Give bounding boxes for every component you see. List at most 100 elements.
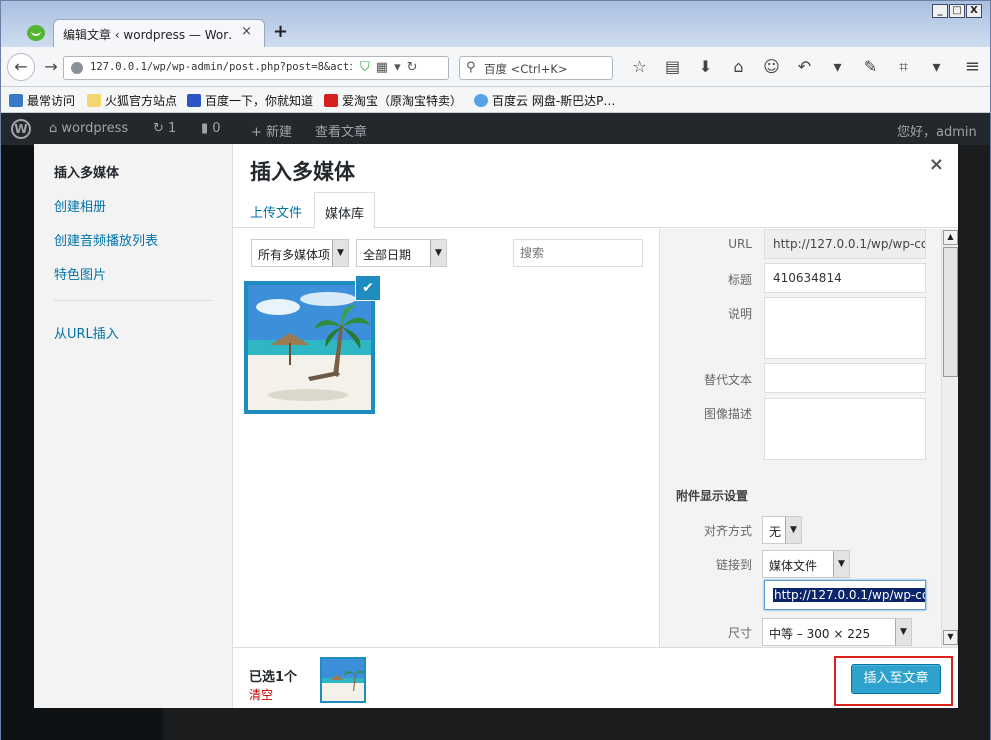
- close-window-button[interactable]: X: [966, 4, 982, 18]
- plus-icon: +: [251, 125, 267, 140]
- taobao-icon: [324, 94, 338, 107]
- cloud-icon: [474, 94, 488, 107]
- chevron-down-icon[interactable]: ▾: [821, 56, 854, 78]
- smiley-icon[interactable]: ☺: [755, 56, 788, 78]
- close-icon[interactable]: ×: [929, 154, 944, 175]
- chevron-down-icon: ▼: [895, 619, 911, 645]
- updates-icon: ↻: [153, 121, 169, 136]
- shield-icon[interactable]: ⛉: [360, 60, 376, 75]
- back-arrow-icon[interactable]: ←: [7, 53, 35, 81]
- date-filter[interactable]: 全部日期 ▼: [356, 239, 447, 267]
- bookmarks-bar: 最常访问 火狐官方站点 百度一下，你就知道 爱淘宝（原淘宝特卖） 百度云 网盘-…: [1, 87, 990, 113]
- selected-thumbnail[interactable]: [320, 657, 366, 703]
- search-icon: ⚲: [466, 60, 476, 75]
- home-icon[interactable]: ⌂: [722, 56, 755, 78]
- alt-text-field[interactable]: [764, 363, 926, 393]
- undo-icon[interactable]: ↶: [788, 56, 821, 78]
- bookmark-baidu[interactable]: 百度一下，你就知道: [187, 92, 313, 109]
- minimize-button[interactable]: _: [932, 4, 948, 18]
- caption-field[interactable]: [764, 297, 926, 359]
- menu-insert-from-url[interactable]: 从URL插入: [54, 323, 119, 342]
- url-label: URL: [728, 237, 752, 251]
- tab-close-icon[interactable]: ×: [241, 24, 252, 39]
- maximize-button[interactable]: □: [949, 4, 965, 18]
- chat-icon[interactable]: ✎: [854, 56, 887, 78]
- beach-image: [322, 659, 364, 701]
- wechat-icon: [27, 25, 45, 41]
- wp-admin-bar: W ⌂ wordpress ↻ 1 ▮ 0 + 新建 查看文章 您好，admin: [1, 113, 990, 145]
- tab-upload-files[interactable]: 上传文件: [250, 202, 302, 221]
- highlight-box: [834, 656, 953, 706]
- size-label: 尺寸: [727, 626, 752, 640]
- search-placeholder: 百度 <Ctrl+K>: [484, 62, 568, 76]
- menu-divider: [54, 300, 213, 301]
- bookmark-star-icon[interactable]: ☆: [623, 56, 656, 78]
- link-to-select[interactable]: 媒体文件 ▼: [762, 550, 850, 578]
- menu-insert-media[interactable]: 插入多媒体: [54, 162, 119, 181]
- hamburger-menu-icon[interactable]: ≡: [965, 56, 980, 77]
- display-settings-heading: 附件显示设置: [676, 489, 749, 503]
- title-label: 标题: [727, 273, 752, 287]
- account-greeting[interactable]: 您好，admin: [897, 121, 977, 140]
- menu-create-playlist[interactable]: 创建音频播放列表: [54, 230, 158, 249]
- updates-link[interactable]: ↻ 1: [153, 121, 176, 136]
- bookmark-baidu-cloud[interactable]: 百度云 网盘-斯巴达P…: [474, 92, 615, 109]
- beach-image: [248, 285, 371, 410]
- forward-arrow-icon[interactable]: →: [39, 56, 63, 78]
- align-select[interactable]: 无 ▼: [762, 516, 802, 544]
- chevron-down-icon: ▼: [332, 240, 348, 266]
- download-icon[interactable]: ⬇: [689, 56, 722, 78]
- media-search-input[interactable]: [513, 239, 643, 267]
- tab-media-library[interactable]: 媒体库: [314, 192, 376, 229]
- qr-code-icon[interactable]: ▦: [376, 60, 394, 75]
- dropdown-icon[interactable]: ▾: [394, 60, 407, 75]
- chevron-down-icon: ▼: [785, 517, 801, 543]
- comments-link[interactable]: ▮ 0: [201, 121, 221, 136]
- check-icon[interactable]: ✔: [355, 275, 381, 301]
- selection-count: 已选1个: [249, 670, 298, 685]
- scroll-down-icon[interactable]: ▼: [943, 630, 958, 645]
- media-menu: 插入多媒体 创建相册 创建音频播放列表 特色图片 从URL插入: [34, 144, 233, 708]
- modal-title: 插入多媒体: [250, 160, 355, 184]
- site-name-link[interactable]: ⌂ wordpress: [49, 121, 128, 136]
- title-field[interactable]: 410634814: [764, 263, 926, 293]
- link-url-field[interactable]: http://127.0.0.1/wp/wp-co: [764, 580, 926, 610]
- media-type-filter[interactable]: 所有多媒体项 ▼: [251, 239, 349, 267]
- chevron-down-icon: ▼: [833, 551, 849, 577]
- view-post-link[interactable]: 查看文章: [315, 121, 367, 140]
- menu-create-gallery[interactable]: 创建相册: [54, 196, 106, 215]
- link-to-label: 链接到: [715, 558, 752, 572]
- alt-text-label: 替代文本: [703, 373, 752, 387]
- bookmark-aitaobao[interactable]: 爱淘宝（原淘宝特卖）: [324, 92, 462, 109]
- wordpress-logo-icon[interactable]: W: [11, 119, 31, 139]
- size-select[interactable]: 中等 – 300 × 225 ▼: [762, 618, 912, 646]
- folder-icon: [87, 94, 101, 107]
- bookmark-firefox-site[interactable]: 火狐官方站点: [87, 92, 177, 109]
- reload-icon[interactable]: ↻: [407, 60, 424, 75]
- align-label: 对齐方式: [703, 524, 752, 538]
- bookmark-most-visited[interactable]: 最常访问: [9, 92, 75, 109]
- scrollbar-thumb[interactable]: [943, 247, 958, 377]
- attachment-details: URL http://127.0.0.1/wp/wp-co 标题 4106348…: [659, 229, 958, 647]
- browser-tab[interactable]: 编辑文章 ‹ wordpress — Wor… ×: [53, 19, 265, 47]
- attachment-thumbnail[interactable]: ✔: [244, 275, 381, 414]
- chevron-down-icon: ▼: [430, 240, 446, 266]
- scroll-up-icon[interactable]: ▲: [943, 230, 958, 245]
- url-bar-icons: ⛉▦▾↻: [360, 60, 424, 75]
- chevron-down-icon[interactable]: ▾: [920, 56, 953, 78]
- globe-icon: [71, 62, 83, 74]
- clear-selection-link[interactable]: 清空: [249, 686, 273, 703]
- bookmark-icon: [9, 94, 23, 107]
- crop-icon[interactable]: ⌗: [887, 56, 920, 78]
- details-scrollbar[interactable]: ▲ ▼: [941, 229, 958, 647]
- reading-list-icon[interactable]: ▤: [656, 56, 689, 78]
- url-field[interactable]: http://127.0.0.1/wp/wp-co: [764, 229, 926, 259]
- description-field[interactable]: [764, 398, 926, 460]
- search-bar[interactable]: ⚲ 百度 <Ctrl+K>: [459, 56, 613, 80]
- attachments-browser: 所有多媒体项 ▼ 全部日期 ▼ 搜索 ✔: [233, 229, 659, 647]
- new-content-link[interactable]: + 新建: [251, 121, 292, 140]
- menu-featured-image[interactable]: 特色图片: [54, 264, 106, 283]
- browser-window: 编辑文章 ‹ wordpress — Wor… × + _ □ X ← → 12…: [0, 0, 991, 740]
- address-bar[interactable]: 127.0.0.1/wp/wp-admin/post.php?post=8&ac…: [63, 56, 449, 80]
- new-tab-button[interactable]: +: [273, 21, 288, 42]
